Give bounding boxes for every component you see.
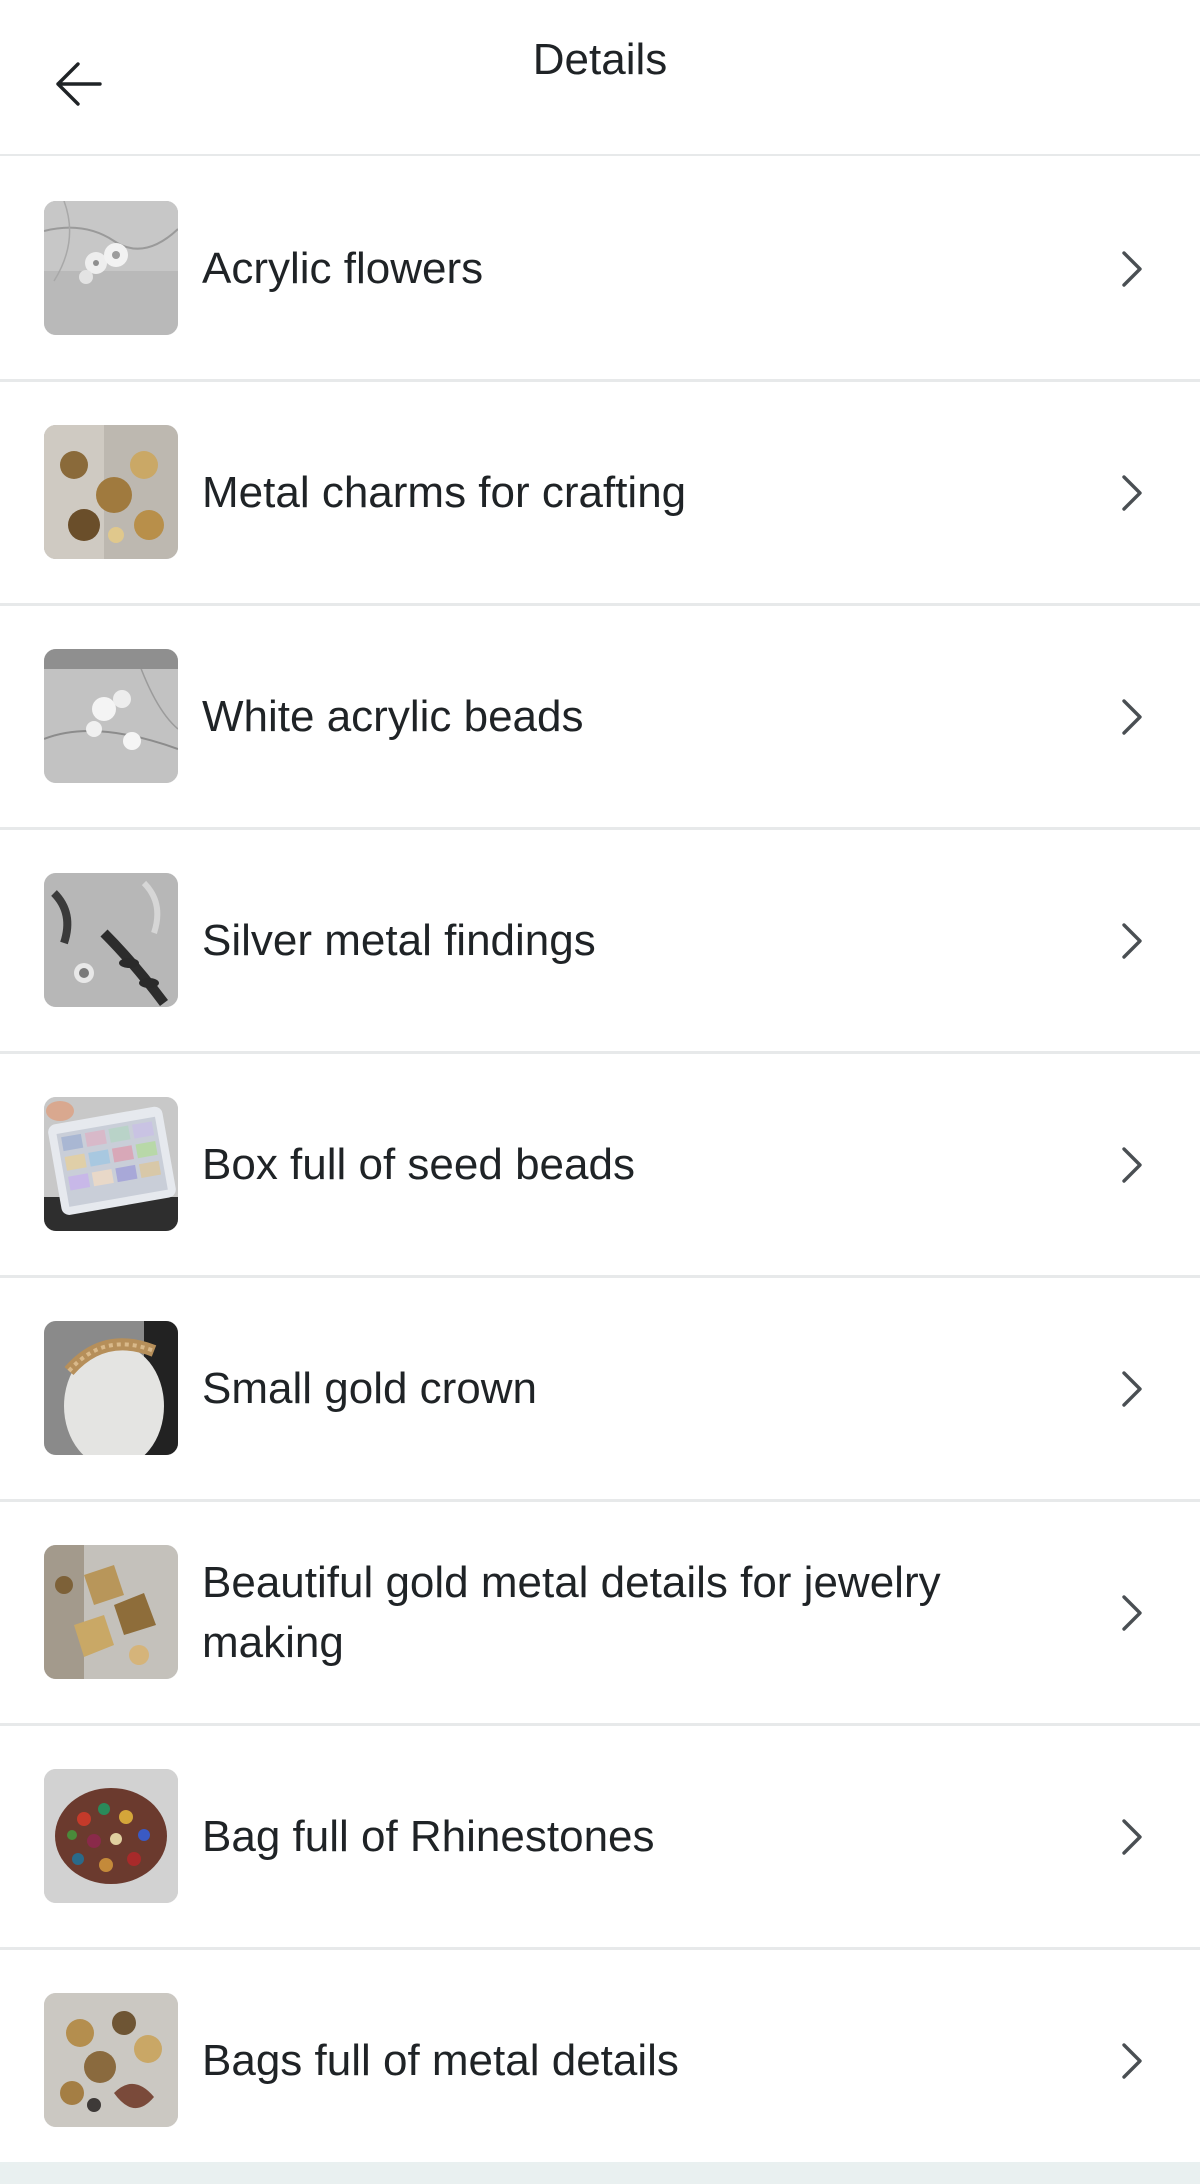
- item-label: Silver metal findings: [202, 915, 596, 965]
- item-label: Bag full of Rhinestones: [202, 1811, 655, 1861]
- item-label: Box full of seed beads: [202, 1139, 635, 1189]
- chevron-right-icon: [1114, 247, 1150, 291]
- list-item[interactable]: Silver metal findings: [0, 830, 1200, 1054]
- silver-findings-thumbnail: [44, 873, 178, 1007]
- white-beads-thumbnail: [44, 649, 178, 783]
- item-label: Small gold crown: [202, 1363, 538, 1413]
- item-label: Metal charms for crafting: [202, 467, 687, 517]
- list-item[interactable]: Acrylic flowers: [0, 158, 1200, 382]
- chevron-right-icon: [1114, 1143, 1150, 1187]
- chevron-right-icon: [1114, 919, 1150, 963]
- seed-beads-box-thumbnail: [44, 1097, 178, 1231]
- details-screen: Details Acrylic flowers Metal charms for…: [0, 0, 1200, 2184]
- chevron-right-icon: [1114, 1591, 1150, 1635]
- gold-crown-thumbnail: [44, 1321, 178, 1455]
- page-title: Details: [532, 35, 668, 84]
- list-item[interactable]: Box full of seed beads: [0, 1054, 1200, 1278]
- item-label: White acrylic beads: [202, 691, 584, 741]
- list-item[interactable]: Beautiful gold metal details for jewelry…: [0, 1502, 1200, 1726]
- chevron-right-icon: [1114, 2039, 1150, 2083]
- top-app-bar: Details: [0, 0, 1200, 156]
- item-label: Beautiful gold metal details for jewelry…: [202, 1557, 941, 1667]
- chevron-right-icon: [1114, 695, 1150, 739]
- chevron-right-icon: [1114, 1815, 1150, 1859]
- bottom-strip: [0, 2162, 1200, 2184]
- list-item[interactable]: Small gold crown: [0, 1278, 1200, 1502]
- metal-charms-thumbnail: [44, 425, 178, 559]
- list-item[interactable]: Bags full of metal details: [0, 1950, 1200, 2174]
- chevron-right-icon: [1114, 471, 1150, 515]
- list-item[interactable]: White acrylic beads: [0, 606, 1200, 830]
- rhinestones-thumbnail: [44, 1769, 178, 1903]
- chevron-right-icon: [1114, 1367, 1150, 1411]
- item-label: Bags full of metal details: [202, 2035, 679, 2085]
- metal-details-thumbnail: [44, 1993, 178, 2127]
- list-item[interactable]: Metal charms for crafting: [0, 382, 1200, 606]
- list-item[interactable]: Bag full of Rhinestones: [0, 1726, 1200, 1950]
- acrylic-flowers-thumbnail: [44, 201, 178, 335]
- item-label: Acrylic flowers: [202, 243, 484, 293]
- details-list: Acrylic flowers Metal charms for craftin…: [0, 158, 1200, 2174]
- gold-details-thumbnail: [44, 1545, 178, 1679]
